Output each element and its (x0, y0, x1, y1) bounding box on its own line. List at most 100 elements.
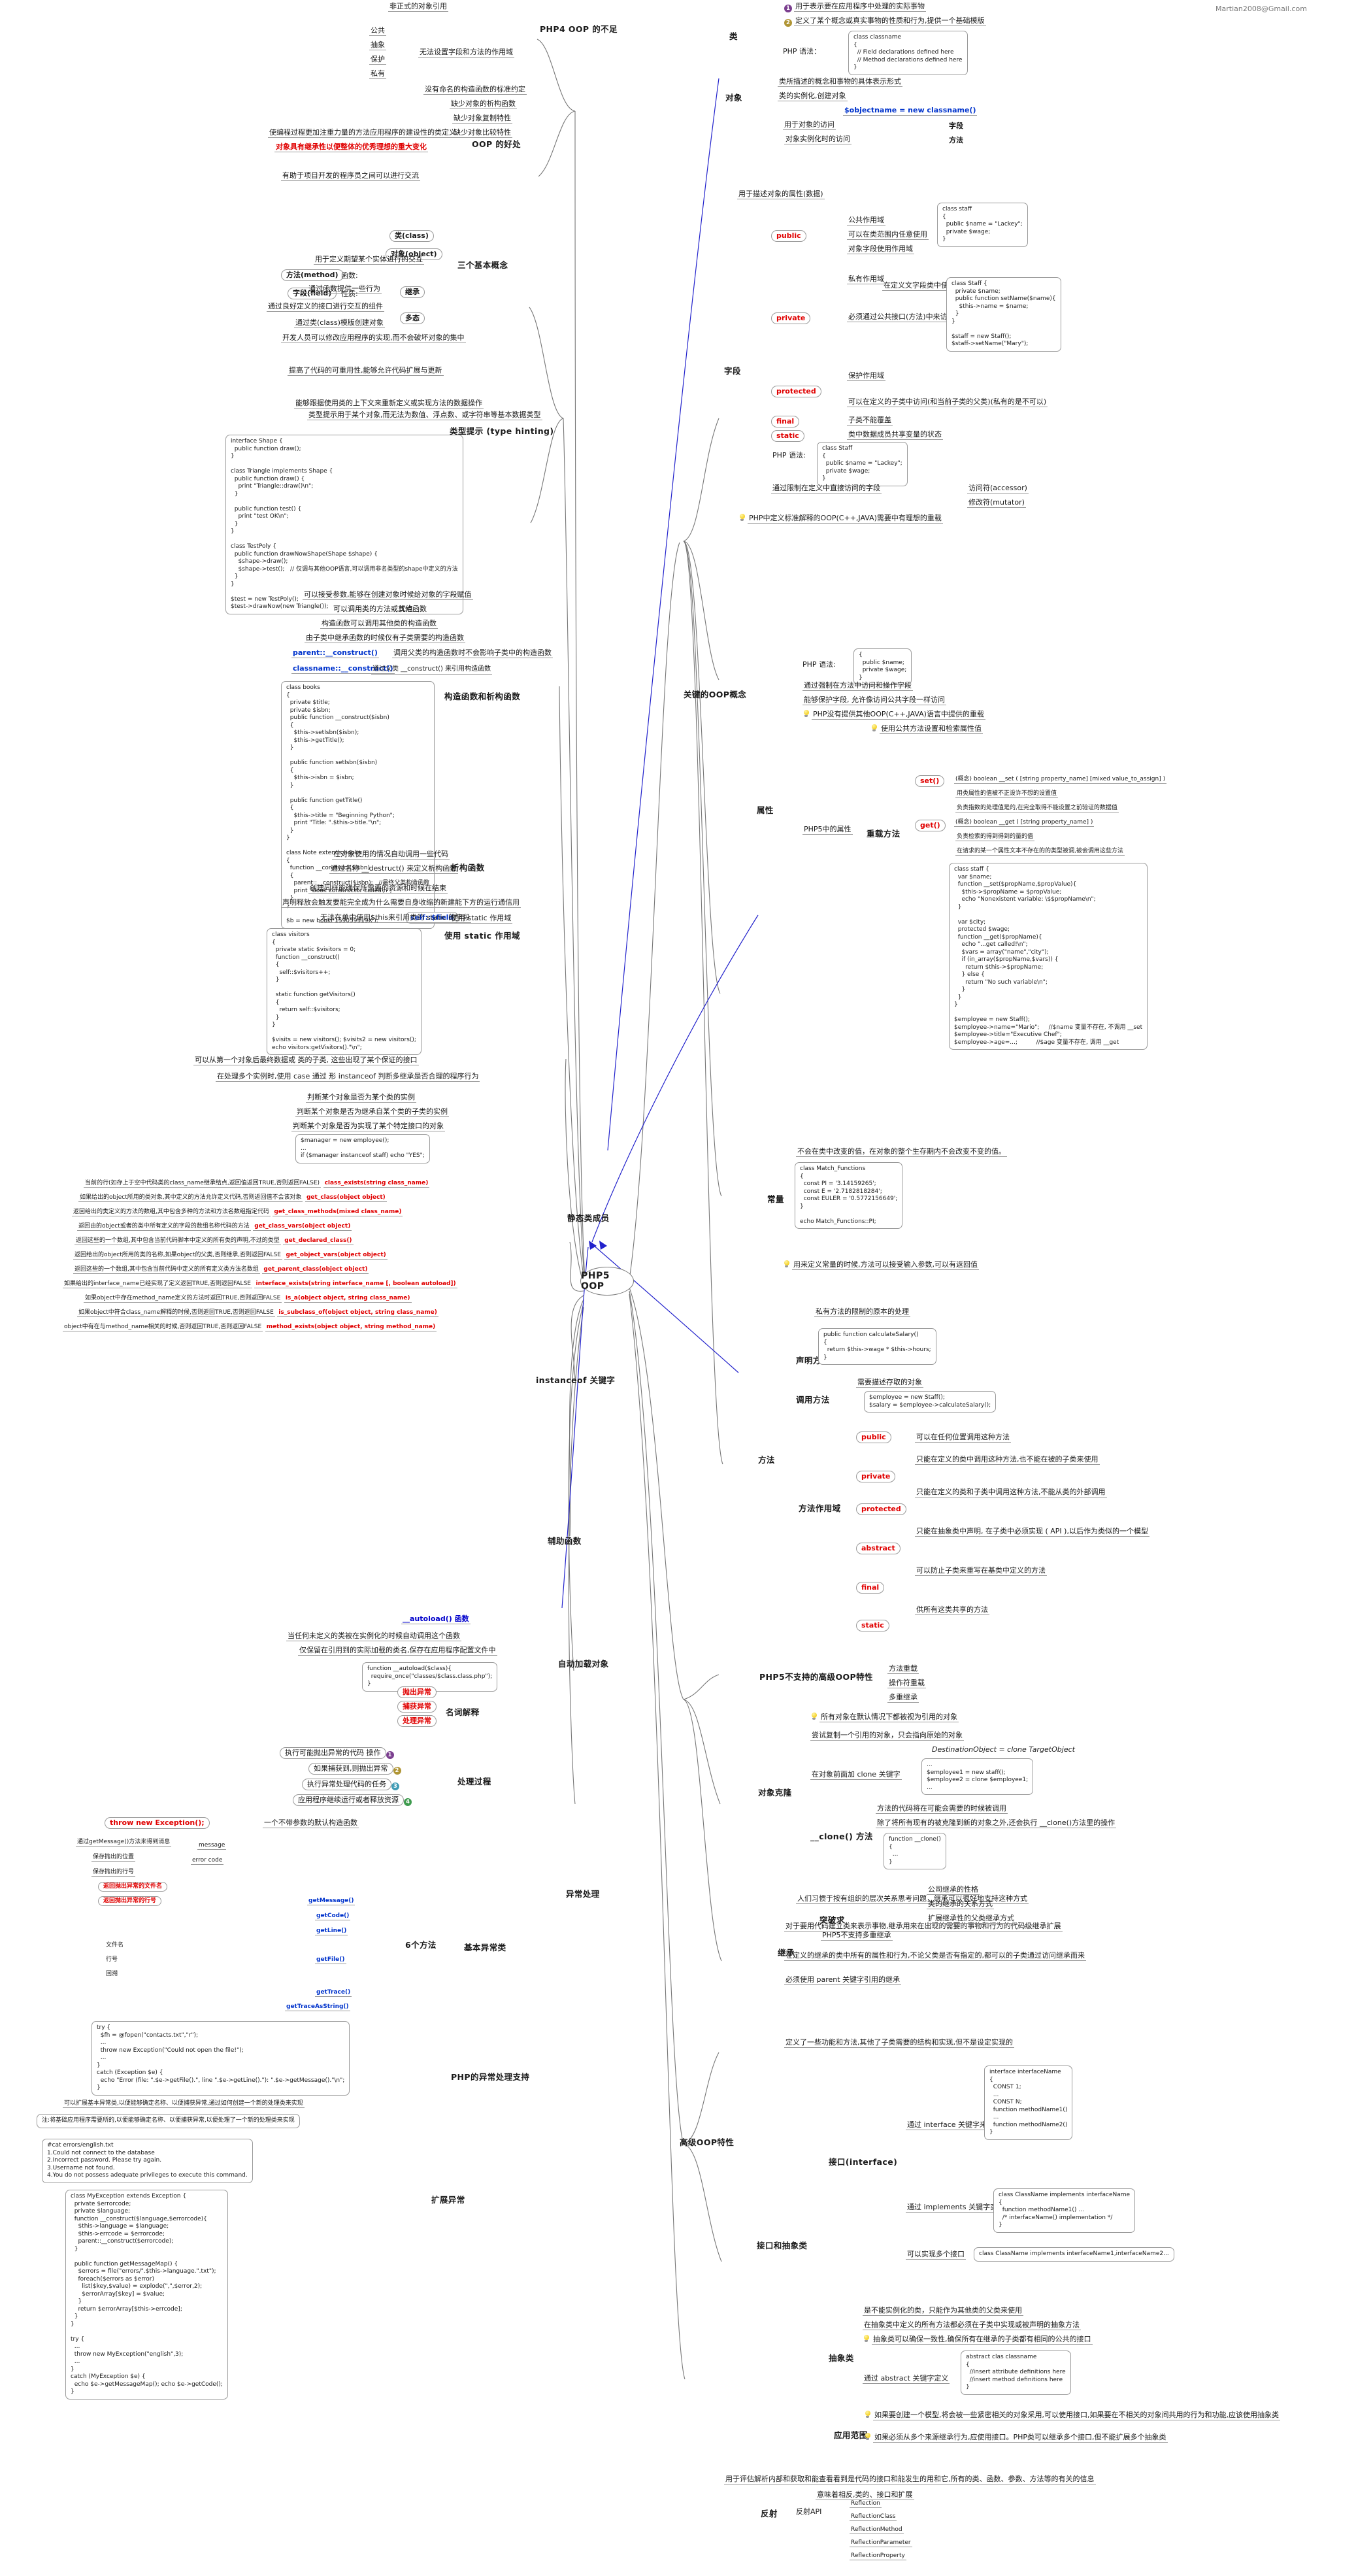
instanceof-item-2[interactable]: 判断某个对象是否为实现了某个特定接口的对象 (291, 1122, 445, 1131)
construct-item-2[interactable]: 构造函数可以调用其他类的构造函数 (320, 619, 438, 629)
key-attr-php5[interactable]: PHP5中的属性 (802, 825, 853, 835)
key-field-private-code[interactable]: class Staff { private $name; public func… (946, 277, 1061, 352)
key-method-scope-abstract[interactable]: abstract (856, 1543, 901, 1554)
advanced-usage-item-1[interactable]: 如果必须从多个来源继承行为,应使用接口。PHP类可以继承多个接口,但不能扩展多个… (864, 2433, 1168, 2443)
static-note-0[interactable]: 可以从第一个对象后最终数据或 类的子类, 这些出现了某个保证的接口 (193, 1056, 419, 1065)
key-method-scope-public-v[interactable]: 可以在任何位置调用这种方法 (915, 1433, 1011, 1443)
branch-autoload[interactable]: 自动加载对象 (558, 1659, 608, 1669)
key-method-scope-private[interactable]: private (856, 1471, 896, 1482)
exception-method-2[interactable]: getLine() (315, 1926, 348, 1936)
advanced-unsupported[interactable]: PHP5不支持的高级OOP特性 (759, 1672, 873, 1682)
key-class-code[interactable]: class classname { // Field declarations … (848, 31, 968, 75)
helper-row-10[interactable]: object中有在与method_name相关的时候,否则返回TRUE,否则返回… (63, 1322, 437, 1332)
three-object-sub-0[interactable]: 通过良好定义的接口进行交互的组件 (267, 302, 384, 312)
advanced-abstract-item-1[interactable]: 在抽象类中定义的所有方法都必须在子类中实现或被声明的抽象方法 (863, 2320, 1081, 2330)
destruct-item-0[interactable]: 创建同样能确保所需要的资源和时候在结束 (308, 884, 448, 894)
autoload-fn[interactable]: __autoload() 函数 (401, 1614, 471, 1624)
php4-item-5[interactable]: 缺少对象比较特性 (452, 128, 512, 138)
key-attr-code[interactable]: class staff { var $name; function __set(… (949, 863, 1148, 1050)
branch-helpers[interactable]: 辅助函数 (548, 1536, 582, 1547)
key-attr-set-sig[interactable]: (概念) boolean __set ( [string property_na… (954, 774, 1167, 784)
construct-item-5[interactable]: 由子类中继承函数的时候仅有子类需要的构造函数 (305, 633, 465, 643)
key-object-field[interactable]: 字段 (948, 122, 965, 131)
advanced-abstract-via[interactable]: 通过 abstract 关键字定义 (863, 2374, 950, 2384)
advanced-clone-item-0[interactable]: 所有对象在默认情况下都被视为引用的对象 (810, 1713, 959, 1722)
php4-item-3[interactable]: 缺少对象的析构函数 (450, 99, 517, 109)
destruct-note[interactable]: 在对象使用的情况自动调用一些代码 (332, 850, 450, 860)
static-create-label[interactable]: 使用 static 作用域 (444, 931, 520, 941)
advanced-reflection-api-4[interactable]: ReflectionProperty (850, 2551, 906, 2561)
exception-method-1[interactable]: getCode() (315, 1911, 351, 1921)
exception-process[interactable]: 处理过程 (457, 1777, 491, 1787)
three-inherit-sub-0[interactable]: 提高了代码的可重用性,能够允许代码扩展与更新 (288, 366, 444, 376)
key-field-syntax[interactable]: PHP 语法: (771, 451, 807, 460)
advanced-clone-method-code[interactable]: function __clone() { ... } (884, 1833, 946, 1870)
construct-parent-key[interactable]: parent::__construct() (291, 648, 379, 658)
exception-noun-item-2[interactable]: 处理异常 (397, 1715, 437, 1727)
advanced-clone-example[interactable]: ... $employee1 = new staff(); $employee2… (921, 1758, 1034, 1796)
key-method-call-code[interactable]: $employee = new Staff(); $salary = $empl… (864, 1391, 997, 1413)
key-attr-top-1[interactable]: 能够保护字段, 允许像访问公共字段一样访问 (802, 695, 946, 705)
exception-prop-trace[interactable]: 回溯 (105, 1969, 119, 1978)
key-method-scope-final-v[interactable]: 可以防止子类来重写在基类中定义的方法 (915, 1566, 1047, 1576)
key-field-protected-item-0[interactable]: 保护作用域 (847, 371, 885, 381)
advanced-clone-method-item-1[interactable]: 除了将所有现有的被克隆到新的对象之外,还会执行 __clone()方法里的操作 (876, 1818, 1117, 1828)
advanced-inherit-keyword[interactable]: PHP5不支持多重继承 (821, 1931, 893, 1941)
static-item-1[interactable]: 使用 static 作用域 (450, 914, 513, 924)
key-attr-top-2[interactable]: PHP没有提供其他OOP(C++,JAVA)语言中提供的重载 (802, 710, 985, 720)
advanced-reflection-api[interactable]: 反射API (795, 2507, 823, 2517)
key-attr-get-item-0[interactable]: 负责检索的得到得到的量的值 (955, 831, 1035, 842)
advanced-clone-item-1[interactable]: 尝试复制一个引用的对象，只会指向原始的对象 (810, 1731, 964, 1741)
key-method-code[interactable]: public function calculateSalary() { retu… (818, 1328, 936, 1365)
key-method-scope-final[interactable]: final (856, 1582, 885, 1594)
advanced-reflection-node[interactable]: 反射 (761, 2509, 778, 2519)
key-field-private[interactable]: private (771, 312, 811, 324)
exception-php-support[interactable]: PHP的异常处理支持 (451, 2072, 529, 2083)
key-method-scope-public[interactable]: public (856, 1431, 891, 1443)
key-method-declare-note[interactable]: 私有方法的限制的原本的处理 (814, 1307, 910, 1317)
three-poly-sub-0[interactable]: 能够跟据使用类的上下文来重新定义或实现方法的数据操作 (294, 399, 484, 409)
key-field-final[interactable]: final (771, 416, 800, 427)
static-code[interactable]: class visitors { private static $visitor… (267, 928, 422, 1056)
advanced-clone-code[interactable]: DestinationObject = clone TargetObject (931, 1745, 1076, 1754)
exception-process-item-2[interactable]: 执行异常处理代码的任务 3 (302, 1779, 401, 1790)
key-field-public-code[interactable]: class staff { public $name = "Lackey"; p… (937, 203, 1028, 247)
exception-ext-code[interactable]: class MyException extends Exception { pr… (65, 2190, 228, 2400)
branch-typehint[interactable]: 类型提示 (type hinting) (450, 426, 554, 437)
exception-throw-2[interactable]: 返回抛出异常的行号 (98, 1896, 162, 1907)
key-field-public-item-0[interactable]: 公共作用域 (847, 216, 885, 226)
construct-item-7[interactable]: 通过父类 __construct() 来引用构造函数 (371, 664, 493, 675)
three-node-class[interactable]: 类(class) (389, 230, 434, 242)
key-field-mutator[interactable]: 修改符(mutator) (967, 498, 1026, 508)
key-class-item-1[interactable]: 2 定义了某个概念或真实事物的性质和行为,提供一个基础模版 (784, 16, 986, 27)
advanced-reflection-note[interactable]: 用于评估解析内部和获取和能查看看到是代码的接口和能发生的用和它,所有的类、函数、… (724, 2475, 1096, 2484)
key-field-accessor[interactable]: 访问符(accessor) (967, 484, 1029, 493)
advanced-clone-node[interactable]: 对象克隆 (758, 1788, 792, 1798)
advanced-interface-node[interactable]: 接口和抽象类 (757, 2241, 807, 2251)
advanced-inherit-item-2[interactable]: 在定义的继承的类中所有的属性和行为,不论父类是否有指定的,都可以的子类通过访问继… (784, 1951, 1086, 1961)
oop-benefit-item-1[interactable]: 对象具有继承性以便整体的优秀理想的重大变化 (274, 142, 428, 152)
branch-static[interactable]: 静态类成员 (567, 1213, 610, 1224)
exception-base-item-0[interactable]: 通过getMessage()方法来得到消息 (76, 1837, 172, 1847)
advanced-inherit-break-2[interactable]: 扩展继承性的父类继承方式 (927, 1914, 1016, 1924)
exception-prop-errorcode[interactable]: error code (191, 1855, 224, 1865)
key-attr-get-item-1[interactable]: 在请求的某一个属性文本不存在的的类型被调,被会调用这些方法 (955, 846, 1125, 856)
key-object-field-note[interactable]: 用于描述对象的属性(数据) (737, 190, 825, 199)
key-field-setget[interactable]: PHP中定义标准解释的OOP(C++,JAVA)需要中有理想的重载 (738, 514, 943, 524)
exception-ext-list[interactable]: #cat errors/english.txt 1.Could not conn… (42, 2139, 253, 2183)
key-object-item-1[interactable]: 类的实例化,创建对象 (778, 92, 848, 101)
advanced-inherit-break-1[interactable]: 类的继承的关系方式 (927, 1899, 994, 1909)
key-attr-set-item-1[interactable]: 负责指数的处理值是的,在完全取得不能设置之前验证的数据值 (955, 803, 1119, 813)
helper-row-9[interactable]: 如果object中符合class_name解释的时候,否则返回TRUE,否则返回… (77, 1307, 438, 1318)
key-attr-overload[interactable]: 重载方法 (867, 829, 901, 839)
exception-method-3[interactable]: getFile() (315, 1954, 346, 1965)
advanced-clone-method-item-0[interactable]: 方法的代码将在可能会需要的时候被调用 (876, 1804, 1008, 1814)
exception-base-item-2[interactable]: 保存抛出的行号 (91, 1867, 136, 1877)
advanced-inherit-break-0[interactable]: 公司继承的性格 (927, 1885, 980, 1895)
key-attr-set-label[interactable]: set() (915, 775, 945, 787)
key-class-item-0[interactable]: 1 用于表示要在应用程序中处理的实际事物 (784, 2, 926, 12)
exception-ext-note[interactable]: 可以扩展基本异常类,以便能够确定名称、以便捕获异常,通过如何创建一个新的处理类来… (63, 2098, 305, 2109)
exception-base-item-1[interactable]: 保存抛出的位置 (91, 1852, 136, 1862)
exception-noun-item-0[interactable]: 抛出异常 (397, 1686, 437, 1698)
advanced-unsupported-2[interactable]: 多重继承 (887, 1693, 919, 1703)
